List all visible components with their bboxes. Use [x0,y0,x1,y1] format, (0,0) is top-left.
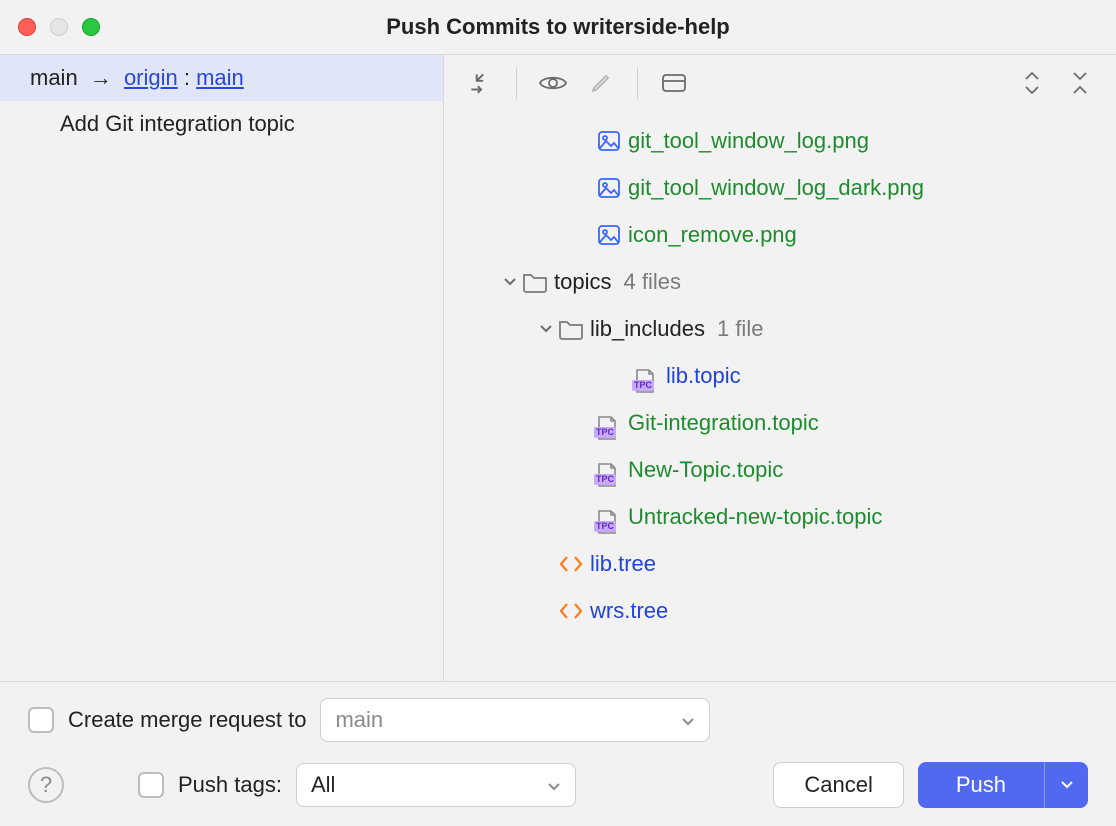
push-tags-checkbox[interactable] [138,772,164,798]
dialog-title: Push Commits to writerside-help [0,14,1116,40]
tpc-icon: TPC [594,504,624,530]
expand-all-icon[interactable] [1012,63,1052,103]
file-name: topics [554,258,611,305]
tree-row[interactable]: lib.tree [444,540,1116,587]
file-name: icon_remove.png [628,211,797,258]
file-name: lib.tree [590,540,656,587]
main-split: main → origin : main Add Git integration… [0,54,1116,681]
tpc-icon: TPC [594,457,624,483]
merge-request-label: Create merge request to [68,707,306,733]
file-name: New-Topic.topic [628,446,783,493]
tree-row[interactable]: TPC lib.topic [444,352,1116,399]
changes-toolbar [444,55,1116,111]
show-diff-icon[interactable] [460,63,500,103]
tree-row[interactable]: TPC Git-integration.topic [444,399,1116,446]
file-count: 1 file [717,305,763,352]
toolbar-separator [637,67,638,99]
tree-row[interactable]: lib_includes 1 file [444,305,1116,352]
chevron-down-icon[interactable] [500,258,520,305]
commit-message[interactable]: Add Git integration topic [0,101,443,147]
edit-pencil-icon[interactable] [581,63,621,103]
file-name: git_tool_window_log_dark.png [628,164,924,211]
code-icon [556,601,586,621]
push-dropdown-button[interactable] [1044,762,1088,808]
file-name: Git-integration.topic [628,399,819,446]
file-name: git_tool_window_log.png [628,117,869,164]
tree-row[interactable]: topics 4 files [444,258,1116,305]
chevron-down-icon[interactable] [536,305,556,352]
tpc-icon: TPC [632,363,662,389]
titlebar: Push Commits to writerside-help [0,0,1116,54]
push-button[interactable]: Push [918,762,1044,808]
push-tags-select[interactable]: All [296,763,576,807]
file-name: lib_includes [590,305,705,352]
merge-request-target-value: main [335,707,383,733]
local-branch-label: main [30,65,78,90]
push-tags-label: Push tags: [178,772,282,798]
preview-eye-icon[interactable] [533,63,573,103]
file-count: 4 files [623,258,680,305]
code-icon [556,554,586,574]
chevron-down-icon [681,707,695,733]
folder-icon [556,318,586,340]
toolbar-separator [516,67,517,99]
image-icon [594,176,624,200]
action-row: ? Push tags: All Cancel Push [28,762,1088,808]
tpc-icon: TPC [594,410,624,436]
target-branch-link[interactable]: main [196,65,244,90]
push-button-group: Push [918,762,1088,808]
merge-request-target-select[interactable]: main [320,698,710,742]
branch-separator: : [178,65,196,90]
chevron-down-icon [547,772,561,798]
tree-row[interactable]: git_tool_window_log.png [444,117,1116,164]
file-name: wrs.tree [590,587,668,634]
remote-link[interactable]: origin [124,65,178,90]
changes-tree[interactable]: git_tool_window_log.pnggit_tool_window_l… [444,111,1116,681]
file-name: lib.topic [666,352,741,399]
branches-pane: main → origin : main Add Git integration… [0,55,444,681]
image-icon [594,223,624,247]
help-button[interactable]: ? [28,767,64,803]
tree-row[interactable]: git_tool_window_log_dark.png [444,164,1116,211]
merge-request-row: Create merge request to main [28,698,1088,742]
tree-row[interactable]: TPC Untracked-new-topic.topic [444,493,1116,540]
cancel-button[interactable]: Cancel [773,762,903,808]
branch-mapping-row[interactable]: main → origin : main [0,55,443,101]
file-name: Untracked-new-topic.topic [628,493,882,540]
image-icon [594,129,624,153]
branch-arrow-icon: → [90,65,112,90]
tree-row[interactable]: wrs.tree [444,587,1116,634]
push-tags-value: All [311,772,335,798]
collapse-all-icon[interactable] [1060,63,1100,103]
merge-request-checkbox[interactable] [28,707,54,733]
group-by-icon[interactable] [654,63,694,103]
dialog-footer: Create merge request to main ? Push tags… [0,681,1116,826]
changes-pane: git_tool_window_log.pnggit_tool_window_l… [444,55,1116,681]
tree-row[interactable]: TPC New-Topic.topic [444,446,1116,493]
tree-row[interactable]: icon_remove.png [444,211,1116,258]
folder-icon [520,271,550,293]
